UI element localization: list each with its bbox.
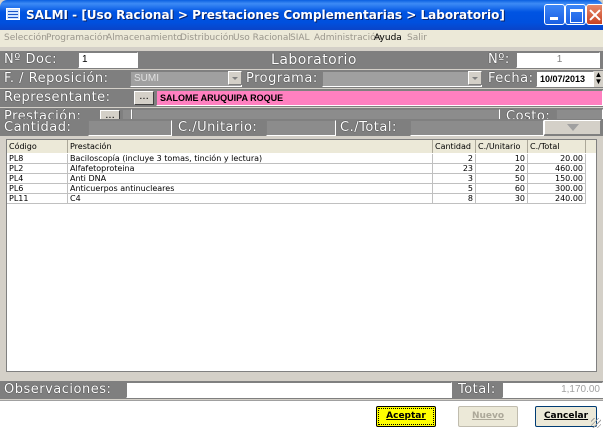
menu-bar: Selección Programación Almacenamiento Di…	[0, 30, 603, 47]
cell-total: 20.00	[528, 154, 586, 164]
table-header: Código Prestación Cantidad C./Unitario C…	[7, 140, 596, 153]
total-row-field[interactable]	[410, 120, 544, 136]
minimize-button[interactable]	[544, 4, 565, 25]
fecha-spinner-icon[interactable]: ▲ ▼	[594, 71, 603, 87]
accept-button[interactable]: Aceptar	[376, 406, 436, 427]
total-row-label: C./Total:	[340, 120, 397, 135]
menu-sial[interactable]: SIAL	[290, 33, 310, 43]
representante-label: Representante:	[4, 90, 111, 105]
cell-cantidad: 23	[433, 164, 476, 174]
form-title: Laboratorio	[271, 52, 357, 68]
menu-almacenamiento[interactable]: Almacenamiento	[106, 33, 182, 43]
menu-uso-racional[interactable]: Uso Racional	[233, 33, 291, 43]
reposicion-dropdown-icon[interactable]	[228, 71, 242, 85]
representante-search-button[interactable]: ...	[134, 91, 154, 105]
cantidad-field[interactable]	[88, 120, 172, 136]
number-field[interactable]: 1	[516, 52, 600, 68]
table-row[interactable]: PL4 Anti DNA 3 50 150.00	[7, 174, 596, 184]
table-row[interactable]: PL11 C4 8 30 240.00	[7, 194, 596, 204]
new-button[interactable]: Nuevo	[458, 406, 518, 427]
app-icon	[6, 8, 20, 20]
menu-ayuda[interactable]: Ayuda	[374, 33, 402, 43]
close-button[interactable]	[586, 4, 603, 25]
col-header-total[interactable]: C./Total	[528, 140, 586, 153]
menu-salir[interactable]: Salir	[407, 33, 427, 43]
number-label: Nº:	[488, 52, 510, 67]
total-label: Total:	[458, 382, 496, 397]
cell-codigo: PL2	[7, 164, 68, 174]
reposicion-label: F. / Reposición:	[4, 71, 109, 86]
col-header-codigo[interactable]: Código	[7, 140, 68, 153]
programa-select[interactable]	[322, 71, 482, 87]
cantidad-label: Cantidad:	[4, 120, 72, 135]
reposicion-row: F. / Reposición: SUMI Programa: Fecha: 1…	[0, 70, 603, 88]
representante-row: Representante: ... SALOME ARUQUIPA ROQUE	[0, 89, 603, 107]
observaciones-label: Observaciones:	[4, 382, 112, 397]
maximize-button[interactable]	[565, 4, 586, 25]
col-header-unitario[interactable]: C./Unitario	[476, 140, 528, 153]
cell-prestacion: Alfafetoproteina	[68, 164, 433, 174]
cell-cantidad: 2	[433, 154, 476, 164]
resize-grip-icon[interactable]	[591, 418, 601, 428]
cell-prestacion: Anticuerpos antinucleares	[68, 184, 433, 194]
cell-cantidad: 3	[433, 174, 476, 184]
add-down-arrow-icon	[567, 124, 579, 131]
cell-codigo: PL6	[7, 184, 68, 194]
observaciones-field[interactable]	[126, 382, 452, 398]
doc-label: Nº Doc:	[4, 52, 57, 67]
cell-prestacion: Baciloscopía (incluye 3 tomas, tinción y…	[68, 154, 433, 164]
cell-unitario: 20	[476, 164, 528, 174]
col-header-prestacion[interactable]: Prestación	[68, 140, 433, 153]
observaciones-row: Observaciones: Total: 1,170.00	[0, 381, 603, 399]
form-area: Nº Doc: 1 Laboratorio Nº: 1 F. / Reposic…	[0, 48, 603, 400]
doc-number-field[interactable]: 1	[78, 52, 138, 68]
prestaciones-table[interactable]: Código Prestación Cantidad C./Unitario C…	[6, 139, 597, 372]
cell-unitario: 50	[476, 174, 528, 184]
representante-field[interactable]: SALOME ARUQUIPA ROQUE	[156, 90, 603, 106]
cell-total: 150.00	[528, 174, 586, 184]
menu-distribucion[interactable]: Distribución	[180, 33, 234, 43]
table-row[interactable]: PL2 Alfafetoproteina 23 20 460.00	[7, 164, 596, 174]
cell-total: 240.00	[528, 194, 586, 204]
cell-cantidad: 8	[433, 194, 476, 204]
menu-programacion[interactable]: Programación	[46, 33, 108, 43]
table-empty-area	[7, 205, 596, 371]
cell-codigo: PL8	[7, 154, 68, 164]
fecha-field[interactable]: 10/07/2013	[536, 71, 594, 87]
unitario-field[interactable]	[266, 120, 336, 136]
menu-administracion[interactable]: Administración	[314, 33, 381, 43]
col-header-cantidad[interactable]: Cantidad	[433, 140, 476, 153]
menu-seleccion[interactable]: Selección	[4, 33, 47, 43]
cell-codigo: PL4	[7, 174, 68, 184]
cancel-button[interactable]: Cancelar	[535, 406, 597, 427]
cell-unitario: 60	[476, 184, 528, 194]
cell-codigo: PL11	[7, 194, 68, 204]
cantidad-row: Cantidad: C./Unitario: C./Total:	[0, 119, 603, 136]
app-window: SALMI - [Uso Racional > Prestaciones Com…	[0, 0, 603, 430]
cell-cantidad: 5	[433, 184, 476, 194]
cell-unitario: 10	[476, 154, 528, 164]
button-bar: Aceptar Nuevo Cancelar	[0, 400, 603, 430]
table-row[interactable]: PL6 Anticuerpos antinucleares 5 60 300.0…	[7, 184, 596, 194]
cell-total: 300.00	[528, 184, 586, 194]
fecha-label: Fecha:	[488, 71, 534, 86]
unitario-label: C./Unitario:	[178, 120, 258, 135]
title-bar[interactable]: SALMI - [Uso Racional > Prestaciones Com…	[0, 0, 603, 30]
cell-prestacion: Anti DNA	[68, 174, 433, 184]
programa-dropdown-icon[interactable]	[468, 71, 482, 85]
total-field: 1,170.00	[502, 382, 603, 398]
window-title: SALMI - [Uso Racional > Prestaciones Com…	[26, 8, 505, 22]
table-row[interactable]: PL8 Baciloscopía (incluye 3 tomas, tinci…	[7, 154, 596, 164]
cell-unitario: 30	[476, 194, 528, 204]
reposicion-select[interactable]: SUMI	[130, 71, 242, 87]
add-item-button[interactable]	[544, 120, 601, 135]
cell-prestacion: C4	[68, 194, 433, 204]
cell-total: 460.00	[528, 164, 586, 174]
programa-label: Programa:	[246, 71, 318, 86]
doc-row: Nº Doc: 1 Laboratorio Nº: 1	[0, 51, 603, 69]
